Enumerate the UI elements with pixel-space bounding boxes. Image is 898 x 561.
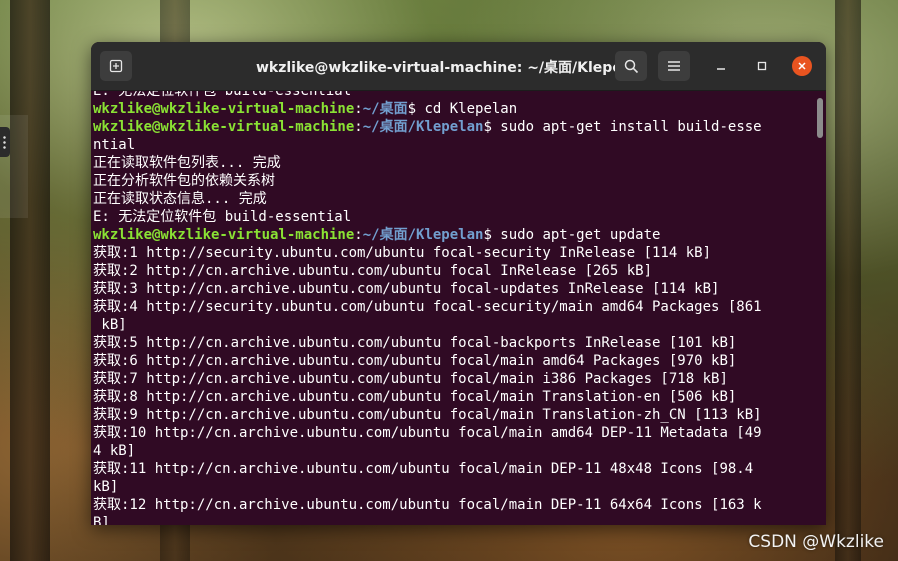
output-line: 正在读取状态信息... 完成 xyxy=(93,190,762,208)
prompt-line: wkzlike@wkzlike-virtual-machine:~/桌面/Kle… xyxy=(93,118,762,136)
background-tree xyxy=(10,0,50,561)
output-line: 获取:10 http://cn.archive.ubuntu.com/ubunt… xyxy=(93,424,762,442)
output-text: 获取:6 http://cn.archive.ubuntu.com/ubuntu… xyxy=(93,353,737,369)
prompt-separator: : xyxy=(354,101,363,117)
output-line: E: 无法定位软件包 build-essential xyxy=(93,91,762,100)
output-text: 获取:11 http://cn.archive.ubuntu.com/ubunt… xyxy=(93,461,754,477)
output-text: 获取:5 http://cn.archive.ubuntu.com/ubuntu… xyxy=(93,335,737,351)
prompt-user: wkzlike@wkzlike-virtual-machine xyxy=(93,227,355,243)
output-line: E: 无法定位软件包 build-essential xyxy=(93,208,762,226)
terminal-lines: E: 无法定位软件包 build-essential wkzlike@wkzlik… xyxy=(91,91,762,525)
output-text: 获取:1 http://security.ubuntu.com/ubuntu f… xyxy=(93,245,712,261)
output-text: 获取:8 http://cn.archive.ubuntu.com/ubuntu… xyxy=(93,389,737,405)
output-line: 获取:7 http://cn.archive.ubuntu.com/ubuntu… xyxy=(93,370,762,388)
output-line: 正在分析软件包的依赖关系树 xyxy=(93,172,762,190)
output-text: 获取:12 http://cn.archive.ubuntu.com/ubunt… xyxy=(93,497,762,513)
output-line: kB] xyxy=(93,316,762,334)
terminal-output[interactable]: E: 无法定位软件包 build-essential wkzlike@wkzlik… xyxy=(91,91,815,525)
output-text: 获取:10 http://cn.archive.ubuntu.com/ubunt… xyxy=(93,425,762,441)
output-line: 正在读取软件包列表... 完成 xyxy=(93,154,762,172)
prompt-path: ~/桌面 xyxy=(362,101,408,117)
output-text: 获取:9 http://cn.archive.ubuntu.com/ubuntu… xyxy=(93,407,762,423)
output-line: 获取:4 http://security.ubuntu.com/ubuntu f… xyxy=(93,298,762,316)
command-text: $ sudo apt-get update xyxy=(483,227,661,243)
watermark: CSDN @Wkzlike xyxy=(748,532,884,552)
menu-button[interactable] xyxy=(658,51,690,81)
minimize-icon xyxy=(717,68,725,70)
output-text: 正在读取软件包列表... 完成 xyxy=(93,155,281,171)
output-text: kB] xyxy=(93,479,119,495)
output-text: 正在读取状态信息... 完成 xyxy=(93,191,267,207)
minimize-button[interactable] xyxy=(711,56,731,76)
output-text: 获取:4 http://security.ubuntu.com/ubuntu f… xyxy=(93,299,762,315)
output-text: kB] xyxy=(93,317,127,333)
prompt-separator: : xyxy=(354,119,363,135)
prompt-path: ~/桌面/Klepelan xyxy=(362,227,484,243)
title-bar[interactable]: wkzlike@wkzlike-virtual-machine: ~/桌面/Kl… xyxy=(91,42,826,91)
prompt-line: wkzlike@wkzlike-virtual-machine:~/桌面$ cd… xyxy=(93,100,762,118)
prompt-path: ~/桌面/Klepelan xyxy=(362,119,484,135)
prompt-user: wkzlike@wkzlike-virtual-machine xyxy=(93,119,355,135)
output-line: 获取:12 http://cn.archive.ubuntu.com/ubunt… xyxy=(93,496,762,514)
output-line: 获取:9 http://cn.archive.ubuntu.com/ubuntu… xyxy=(93,406,762,424)
prompt-line: wkzlike@wkzlike-virtual-machine:~/桌面/Kle… xyxy=(93,226,762,244)
close-button[interactable] xyxy=(792,56,812,76)
output-line: 获取:6 http://cn.archive.ubuntu.com/ubuntu… xyxy=(93,352,762,370)
output-line: B] xyxy=(93,514,762,525)
prompt-user: wkzlike@wkzlike-virtual-machine xyxy=(93,101,355,117)
maximize-button[interactable] xyxy=(752,56,772,76)
output-line: 获取:3 http://cn.archive.ubuntu.com/ubuntu… xyxy=(93,280,762,298)
output-text: E: 无法定位软件包 build-essential xyxy=(93,91,352,99)
output-text: 获取:3 http://cn.archive.ubuntu.com/ubuntu… xyxy=(93,281,720,297)
terminal-window: wkzlike@wkzlike-virtual-machine: ~/桌面/Kl… xyxy=(91,42,826,525)
output-text: 4 kB] xyxy=(93,443,136,459)
output-line: 获取:1 http://security.ubuntu.com/ubuntu f… xyxy=(93,244,762,262)
output-line: 获取:8 http://cn.archive.ubuntu.com/ubuntu… xyxy=(93,388,762,406)
command-text: $ sudo apt-get install build-esse xyxy=(483,119,762,135)
output-text: 获取:2 http://cn.archive.ubuntu.com/ubuntu… xyxy=(93,263,653,279)
output-text: ntial xyxy=(93,137,136,153)
output-text: 正在分析软件包的依赖关系树 xyxy=(93,173,275,189)
search-button[interactable] xyxy=(615,51,647,81)
search-icon xyxy=(624,59,638,73)
window-title: wkzlike@wkzlike-virtual-machine: ~/桌面/Kl… xyxy=(255,60,647,76)
new-tab-icon xyxy=(109,59,123,73)
output-line: ntial xyxy=(93,136,762,154)
prompt-separator: : xyxy=(354,227,363,243)
new-tab-button[interactable] xyxy=(100,51,132,81)
output-line: kB] xyxy=(93,478,762,496)
output-line: 获取:11 http://cn.archive.ubuntu.com/ubunt… xyxy=(93,460,762,478)
output-text: E: 无法定位软件包 build-essential xyxy=(93,209,352,225)
output-line: 获取:2 http://cn.archive.ubuntu.com/ubuntu… xyxy=(93,262,762,280)
maximize-icon xyxy=(757,61,767,71)
output-text: B] xyxy=(93,515,110,525)
background-tree xyxy=(835,0,861,561)
close-icon xyxy=(798,62,806,70)
output-text: 获取:7 http://cn.archive.ubuntu.com/ubuntu… xyxy=(93,371,728,387)
dock-handle[interactable] xyxy=(0,127,10,157)
output-line: 4 kB] xyxy=(93,442,762,460)
command-text: $ cd Klepelan xyxy=(407,101,518,117)
hamburger-menu-icon xyxy=(668,61,680,71)
output-line: 获取:5 http://cn.archive.ubuntu.com/ubuntu… xyxy=(93,334,762,352)
scrollbar-thumb[interactable] xyxy=(817,98,823,138)
